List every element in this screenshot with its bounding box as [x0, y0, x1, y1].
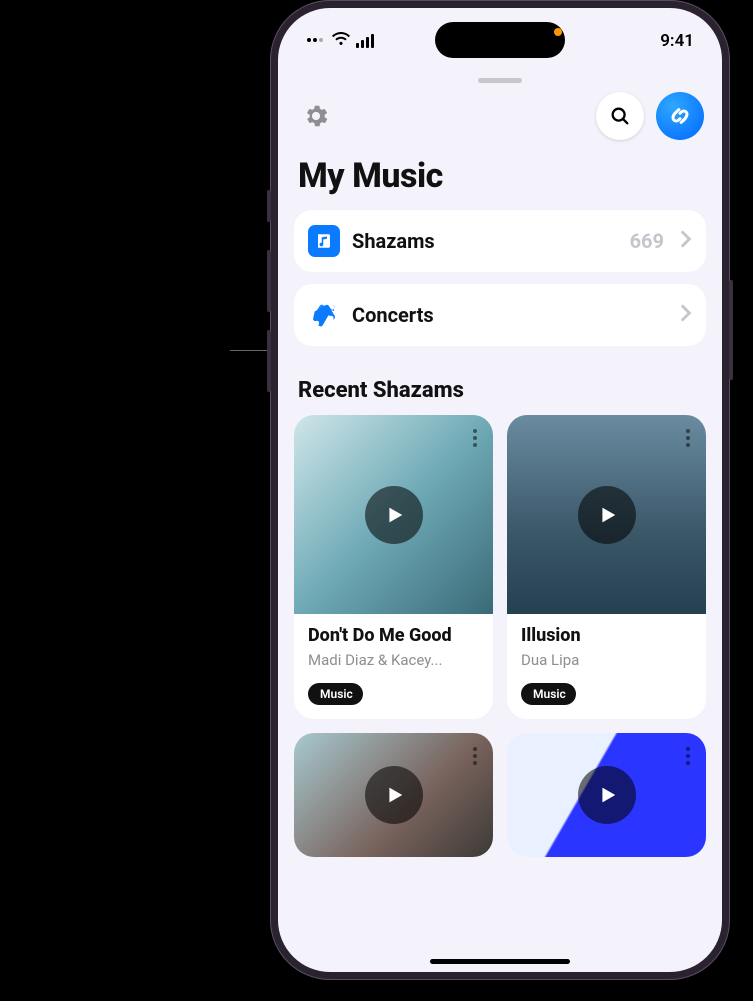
status-right: 9:41 [660, 31, 694, 51]
gear-icon [302, 102, 330, 130]
apple-music-label: Music [320, 687, 353, 701]
play-icon [383, 504, 405, 526]
album-art [507, 733, 706, 857]
signal-bars-icon [356, 34, 374, 48]
more-button[interactable] [467, 423, 483, 453]
screen: 9:41 My Music Shazams 669 [278, 8, 722, 972]
concerts-label: Concerts [352, 303, 668, 327]
status-bar: 9:41 [278, 8, 722, 62]
header [278, 62, 722, 140]
more-button[interactable] [467, 741, 483, 771]
search-button[interactable] [596, 92, 644, 140]
shazam-icon [666, 102, 694, 130]
album-art [507, 415, 706, 614]
album-art [294, 415, 493, 614]
play-button[interactable] [578, 766, 636, 824]
wifi-icon [332, 31, 350, 51]
track-card[interactable] [294, 733, 493, 857]
side-button [729, 280, 733, 380]
track-card[interactable]: Don't Do Me Good Madi Diaz & Kacey... Mu… [294, 415, 493, 719]
play-button[interactable] [365, 486, 423, 544]
concerts-ticket-icon [308, 299, 340, 331]
concerts-row[interactable]: Concerts [294, 284, 706, 346]
shazams-count: 669 [630, 229, 664, 253]
side-button [267, 250, 271, 312]
apple-music-label: Music [533, 687, 566, 701]
shazams-library-icon [308, 225, 340, 257]
recent-shazams-title: Recent Shazams [278, 358, 722, 415]
play-button[interactable] [365, 766, 423, 824]
track-artist: Dua Lipa [521, 651, 692, 669]
shazam-button[interactable] [656, 92, 704, 140]
track-card[interactable] [507, 733, 706, 857]
apple-music-badge[interactable]: Music [521, 683, 576, 705]
play-icon [383, 784, 405, 806]
track-card[interactable]: Illusion Dua Lipa Music [507, 415, 706, 719]
recent-grid: Don't Do Me Good Madi Diaz & Kacey... Mu… [278, 415, 722, 857]
settings-button[interactable] [296, 96, 336, 136]
search-icon [609, 105, 631, 127]
dynamic-island [435, 22, 565, 58]
more-button[interactable] [680, 741, 696, 771]
home-indicator[interactable] [430, 959, 570, 964]
play-icon [596, 784, 618, 806]
apple-music-badge[interactable]: Music [308, 683, 363, 705]
recording-indicator-icon [554, 28, 562, 36]
status-time: 9:41 [660, 31, 694, 51]
sheet-grabber[interactable] [478, 78, 522, 83]
phone-frame: 9:41 My Music Shazams 669 [270, 0, 730, 980]
track-title: Don't Do Me Good [308, 626, 479, 647]
side-button [267, 330, 271, 392]
track-title: Illusion [521, 626, 692, 647]
chevron-right-icon [680, 304, 692, 326]
shazams-row[interactable]: Shazams 669 [294, 210, 706, 272]
side-button [267, 190, 271, 222]
track-artist: Madi Diaz & Kacey... [308, 651, 479, 669]
play-button[interactable] [578, 486, 636, 544]
more-button[interactable] [680, 423, 696, 453]
cellular-dots-icon [306, 31, 326, 51]
status-left [306, 31, 374, 51]
chevron-right-icon [680, 230, 692, 252]
shazams-label: Shazams [352, 229, 618, 253]
album-art [294, 733, 493, 857]
play-icon [596, 504, 618, 526]
page-title: My Music [278, 140, 722, 210]
